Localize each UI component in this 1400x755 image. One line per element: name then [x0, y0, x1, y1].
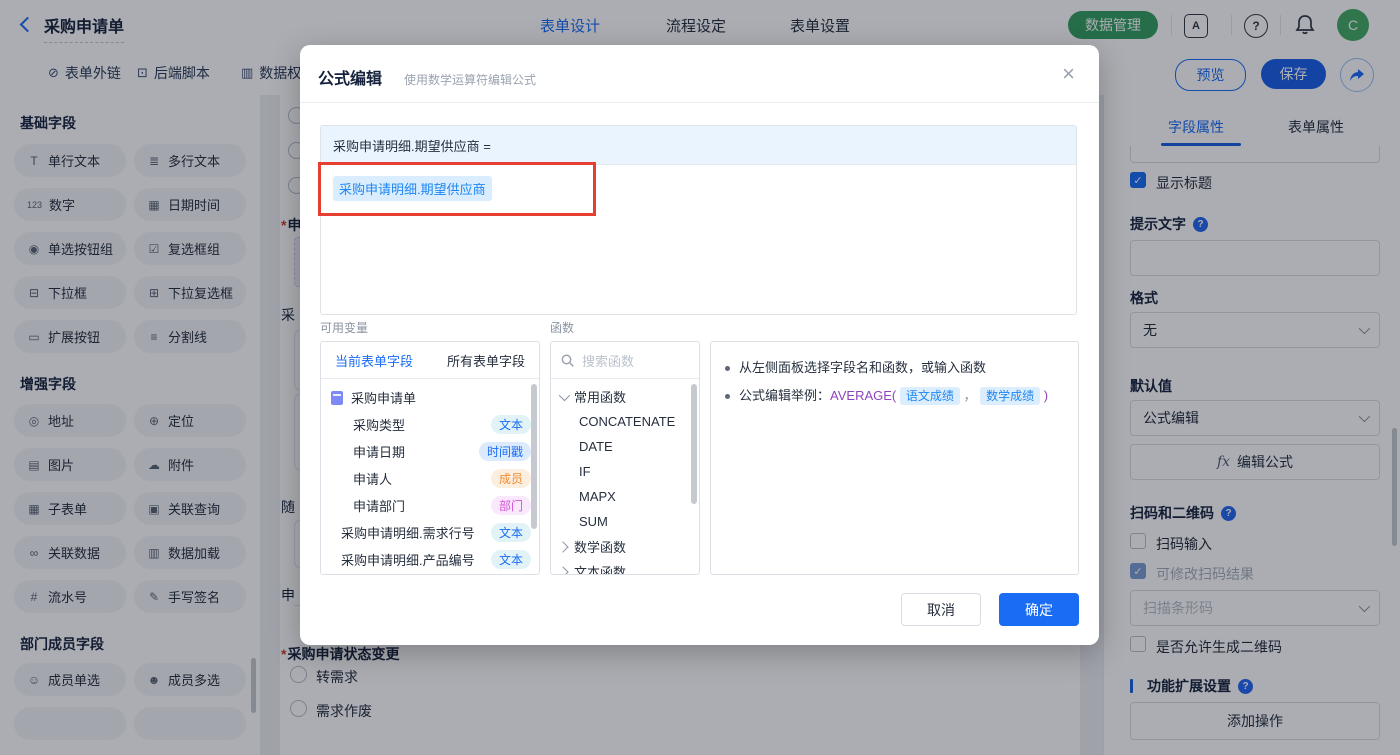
confirm-button[interactable]: 确定 — [999, 593, 1079, 626]
function-group[interactable]: 常用函数 — [551, 384, 699, 409]
app-screen: 采购申请单 表单设计 流程设定 表单设置 数据管理 A ? C ⊘ 表单外链 ⊡… — [0, 0, 1400, 755]
formula-editor[interactable]: 采购申请明细.期望供应商 = 采购申请明细.期望供应商 — [320, 125, 1077, 315]
tab-current-form-fields[interactable]: 当前表单字段 — [335, 351, 413, 370]
function-item[interactable]: DATE — [551, 434, 699, 459]
function-group[interactable]: 文本函数 — [551, 559, 699, 574]
chevron-right-icon — [557, 565, 569, 574]
chevron-down-icon — [558, 389, 571, 401]
function-name: AVERAGE( — [830, 388, 897, 403]
tree-field[interactable]: 采购申请明细.需求行号 文本 — [321, 519, 539, 546]
tree-field[interactable]: 申请人 成员 — [321, 465, 539, 492]
type-badge: 文本 — [490, 523, 531, 542]
search-icon — [561, 354, 574, 367]
type-badge: 部门 — [490, 496, 531, 515]
functions-label: 函数 — [550, 321, 575, 335]
type-badge: 文本 — [490, 550, 531, 569]
type-badge: 文本 — [490, 415, 531, 434]
formula-edit-modal: 公式编辑 使用数学运算符编辑公式 × 采购申请明细.期望供应商 = 采购申请明细… — [300, 45, 1099, 645]
function-group[interactable]: 数学函数 — [551, 534, 699, 559]
chevron-right-icon — [557, 540, 569, 553]
function-search-input[interactable]: 搜索函数 — [551, 342, 699, 379]
function-item[interactable]: CONCATENATE — [551, 409, 699, 434]
tip-line: 从左侧面板选择字段名和函数，或输入函数 — [725, 358, 1064, 378]
tree-field[interactable]: 采购申请明细.产品编号 文本 — [321, 546, 539, 573]
functions-scrollbar[interactable] — [691, 384, 697, 504]
function-item[interactable]: SUM — [551, 509, 699, 534]
tree-root[interactable]: 采购申请单 — [321, 384, 539, 411]
variables-label: 可用变量 — [320, 321, 369, 335]
type-badge: 时间戳 — [478, 442, 531, 461]
tab-all-form-fields[interactable]: 所有表单字段 — [447, 351, 525, 370]
tip-example-line: 公式编辑举例：AVERAGE( 语文成绩 ， 数学成绩 ) — [725, 386, 1064, 406]
example-field-token: 语文成绩 — [899, 387, 960, 405]
variables-scrollbar[interactable] — [531, 384, 537, 529]
tree-field[interactable]: 申请日期 时间戳 — [321, 438, 539, 465]
tree-field[interactable]: 申请部门 部门 — [321, 492, 539, 519]
divider — [300, 102, 1099, 103]
tree-field[interactable]: 采购类型 文本 — [321, 411, 539, 438]
modal-title: 公式编辑 — [318, 71, 383, 88]
example-field-token: 数学成绩 — [980, 387, 1041, 405]
bullet-icon — [725, 394, 730, 399]
bullet-icon — [725, 366, 730, 371]
form-doc-icon — [331, 390, 343, 405]
cancel-button[interactable]: 取消 — [901, 593, 981, 626]
annotation-red-box — [318, 162, 596, 216]
function-item[interactable]: MAPX — [551, 484, 699, 509]
type-badge: 成员 — [490, 469, 531, 488]
function-item[interactable]: IF — [551, 459, 699, 484]
formula-target: 采购申请明细.期望供应商 = — [321, 126, 1076, 165]
variables-panel: 当前表单字段 所有表单字段 采购申请单 采购类型 文本 申请日期 时间戳 申请人 成员… — [320, 341, 540, 575]
close-icon[interactable]: × — [1062, 63, 1075, 85]
formula-tips-panel: 从左侧面板选择字段名和函数，或输入函数 公式编辑举例：AVERAGE( 语文成绩… — [710, 341, 1079, 575]
functions-panel: 搜索函数 常用函数 CONCATENATE DATE IF MAPX SUM 数… — [550, 341, 700, 575]
modal-subtitle: 使用数学运算符编辑公式 — [404, 73, 537, 87]
